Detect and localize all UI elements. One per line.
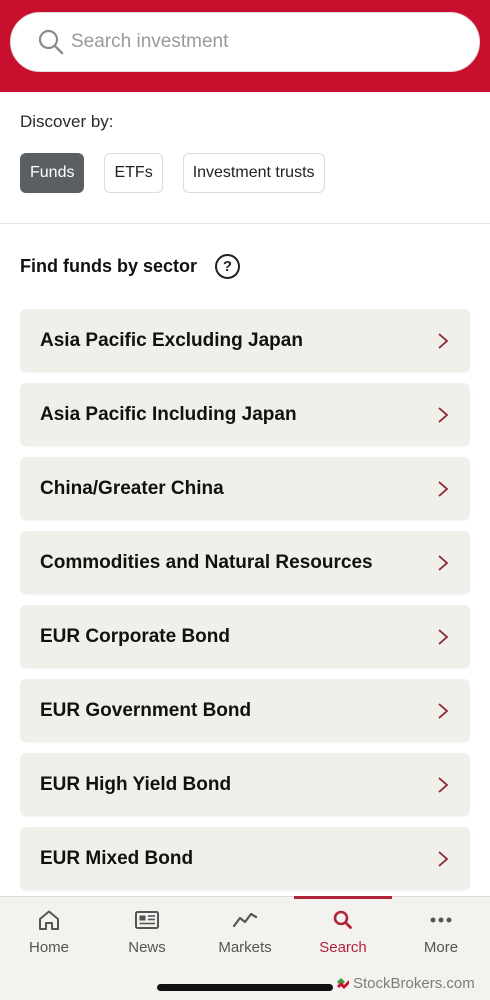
chevron-right-icon	[436, 702, 450, 720]
home-icon	[39, 910, 59, 930]
more-dots-icon	[430, 917, 452, 923]
chevron-right-icon	[436, 850, 450, 868]
chip-funds[interactable]: Funds	[20, 153, 85, 193]
sector-item-label: EUR Government Bond	[40, 699, 252, 721]
chevron-right-icon	[436, 554, 450, 572]
header-band	[0, 0, 490, 92]
sector-item-eur-high-yield-bond[interactable]: EUR High Yield Bond	[20, 753, 470, 816]
chevron-right-icon	[436, 406, 450, 424]
chevron-right-icon	[436, 332, 450, 350]
search-input[interactable]	[71, 13, 451, 71]
bottom-nav: Home News Markets Search More StockBroke…	[0, 896, 490, 1000]
nav-label: Search	[319, 939, 367, 956]
sector-item-asia-pacific-inc-japan[interactable]: Asia Pacific Including Japan	[20, 383, 470, 446]
sector-item-label: Asia Pacific Including Japan	[40, 403, 297, 425]
watermark-text: StockBrokers.com	[353, 975, 475, 992]
nav-item-news[interactable]: News	[98, 897, 196, 967]
nav-item-home[interactable]: Home	[0, 897, 98, 967]
discover-chips: Funds ETFs Investment trusts	[20, 153, 325, 193]
nav-label: Home	[28, 939, 69, 956]
sector-header: Find funds by sector ?	[20, 254, 241, 279]
chevron-right-icon	[436, 628, 450, 646]
sector-item-eur-corporate-bond[interactable]: EUR Corporate Bond	[20, 605, 470, 668]
chevron-right-icon	[436, 480, 450, 498]
sector-item-china[interactable]: China/Greater China	[20, 457, 470, 520]
search-icon	[333, 910, 352, 929]
nav-label: Markets	[218, 939, 272, 956]
sector-item-label: EUR High Yield Bond	[40, 773, 232, 795]
newspaper-icon	[135, 911, 159, 929]
sector-item-commodities[interactable]: Commodities and Natural Resources	[20, 531, 470, 594]
sector-item-eur-government-bond[interactable]: EUR Government Bond	[20, 679, 470, 742]
nav-label: More	[423, 939, 459, 956]
chevron-right-icon	[436, 776, 450, 794]
sector-title: Find funds by sector	[20, 256, 198, 276]
nav-item-search[interactable]: Search	[294, 896, 392, 967]
nav-item-markets[interactable]: Markets	[196, 897, 294, 967]
sector-item-label: Asia Pacific Excluding Japan	[40, 329, 303, 351]
sector-item-eur-mixed-bond[interactable]: EUR Mixed Bond	[20, 827, 470, 890]
sector-item-label: EUR Mixed Bond	[40, 847, 194, 869]
stockbrokers-logo-icon	[337, 977, 349, 989]
nav-item-more[interactable]: More	[392, 897, 490, 967]
chip-etfs[interactable]: ETFs	[104, 153, 163, 193]
sector-item-label: China/Greater China	[40, 477, 224, 499]
discover-section: Discover by: Funds ETFs Investment trust…	[0, 92, 490, 224]
home-indicator[interactable]	[157, 984, 333, 991]
sector-list: Asia Pacific Excluding Japan Asia Pacifi…	[20, 309, 470, 901]
search-icon	[38, 29, 64, 55]
sector-item-label: Commodities and Natural Resources	[40, 551, 373, 573]
search-bar[interactable]	[10, 12, 480, 72]
sector-item-asia-pacific-ex-japan[interactable]: Asia Pacific Excluding Japan	[20, 309, 470, 372]
line-chart-icon	[232, 912, 258, 928]
sector-item-label: EUR Corporate Bond	[40, 625, 230, 647]
watermark: StockBrokers.com	[336, 975, 475, 992]
nav-label: News	[128, 939, 166, 956]
chip-investment-trusts[interactable]: Investment trusts	[182, 153, 325, 193]
discover-label: Discover by:	[20, 112, 114, 131]
question-circle-icon[interactable]: ?	[215, 254, 241, 279]
